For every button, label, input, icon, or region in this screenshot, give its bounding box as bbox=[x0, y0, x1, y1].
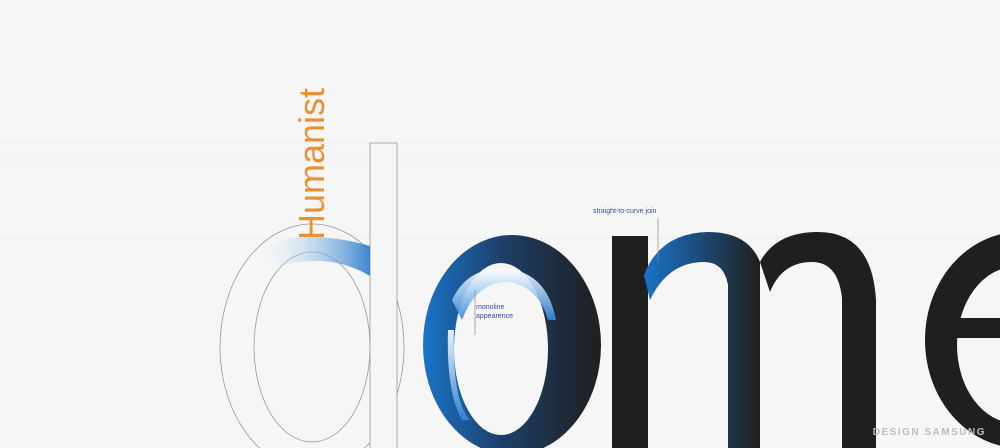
letterform-artwork: Humanist bbox=[0, 88, 1000, 448]
join-annotation: straight-to-curve join bbox=[593, 208, 657, 215]
monoline-annotation-line2: appearence bbox=[476, 313, 513, 320]
letter-e bbox=[925, 234, 1000, 446]
letter-m bbox=[612, 232, 876, 448]
letter-o bbox=[423, 235, 601, 448]
brand-watermark: DESIGN SAMSUNG bbox=[872, 427, 986, 438]
typography-stage: Humanist straight-to-curve join monoline… bbox=[0, 0, 1000, 448]
humanist-vertical-label: Humanist bbox=[291, 88, 332, 240]
monoline-annotation-line1: monoline bbox=[476, 304, 505, 311]
monoline-annotation: monoline appearence bbox=[476, 303, 513, 321]
